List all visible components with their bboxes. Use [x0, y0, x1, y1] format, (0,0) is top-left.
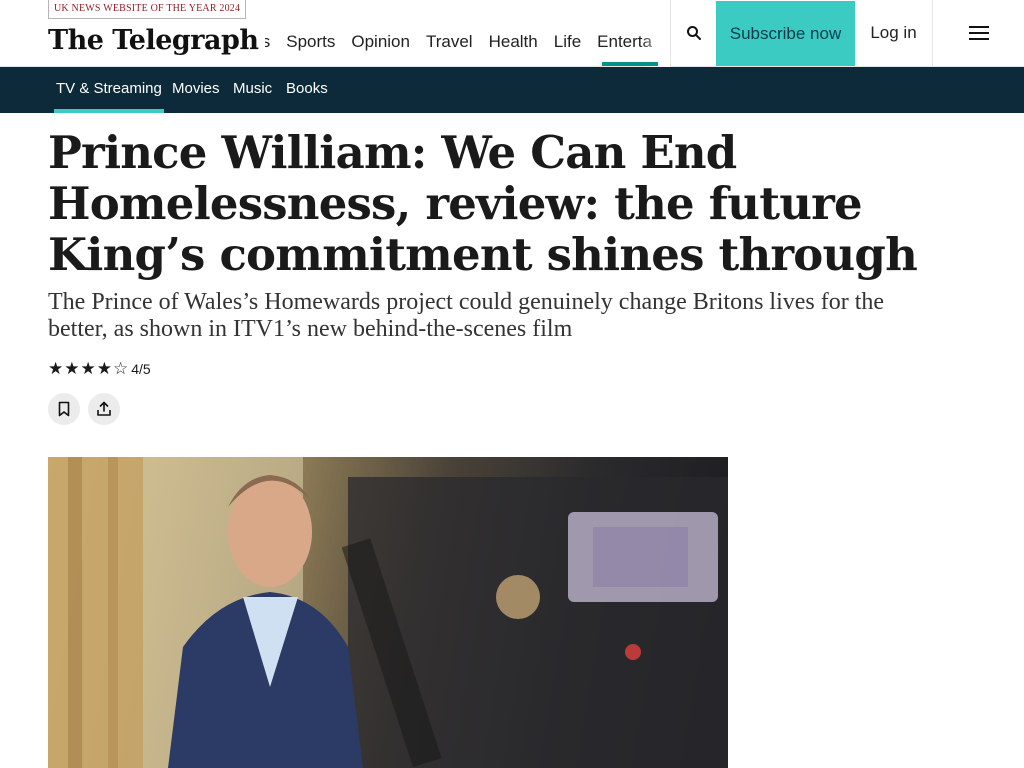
site-logo[interactable]: The Telegraph	[48, 24, 265, 58]
main-nav: valsSportsOpinionTravelHealthLifeEnterta	[240, 21, 670, 67]
subnav-item-movies[interactable]: Movies	[172, 67, 220, 113]
nav-item-life[interactable]: Life	[554, 21, 581, 63]
article-headline: Prince William: We Can End Homelessness,…	[48, 126, 918, 281]
nav-item-sports[interactable]: Sports	[286, 21, 335, 63]
site-header: UK NEWS WEBSITE OF THE YEAR 2024 The Tel…	[0, 0, 1024, 67]
rating-stars: ★★★★☆	[48, 359, 130, 379]
hero-image	[48, 457, 728, 768]
search-icon	[686, 26, 701, 40]
subnav-item-books[interactable]: Books	[286, 67, 328, 113]
nav-item-travel[interactable]: Travel	[426, 21, 473, 63]
award-badge: UK NEWS WEBSITE OF THE YEAR 2024	[48, 0, 247, 19]
search-button[interactable]	[670, 0, 716, 66]
nav-item-health[interactable]: Health	[489, 21, 538, 63]
subnav-item-tv-streaming[interactable]: TV & Streaming	[54, 67, 164, 113]
rating-label: 4/5	[131, 361, 151, 377]
article-standfirst: The Prince of Wales’s Homewards project …	[48, 289, 885, 342]
subscribe-button[interactable]: Subscribe now	[716, 1, 855, 66]
subnav-item-music[interactable]: Music	[233, 67, 272, 113]
hamburger-menu-icon	[968, 26, 989, 40]
nav-fade	[640, 21, 670, 67]
nav-item-opinion[interactable]: Opinion	[351, 21, 410, 63]
active-nav-indicator	[602, 62, 658, 66]
menu-button[interactable]	[932, 0, 1024, 66]
section-subnav: TV & Streaming Movies Music Books	[0, 67, 1024, 113]
bookmark-button[interactable]	[48, 393, 80, 425]
login-button[interactable]: Log in	[855, 0, 932, 66]
share-button[interactable]	[88, 393, 120, 425]
share-icon	[97, 401, 111, 416]
hero-photo-illustration	[48, 457, 728, 768]
star-rating: ★★★★☆ 4/5	[48, 359, 151, 379]
bookmark-icon	[58, 401, 70, 417]
